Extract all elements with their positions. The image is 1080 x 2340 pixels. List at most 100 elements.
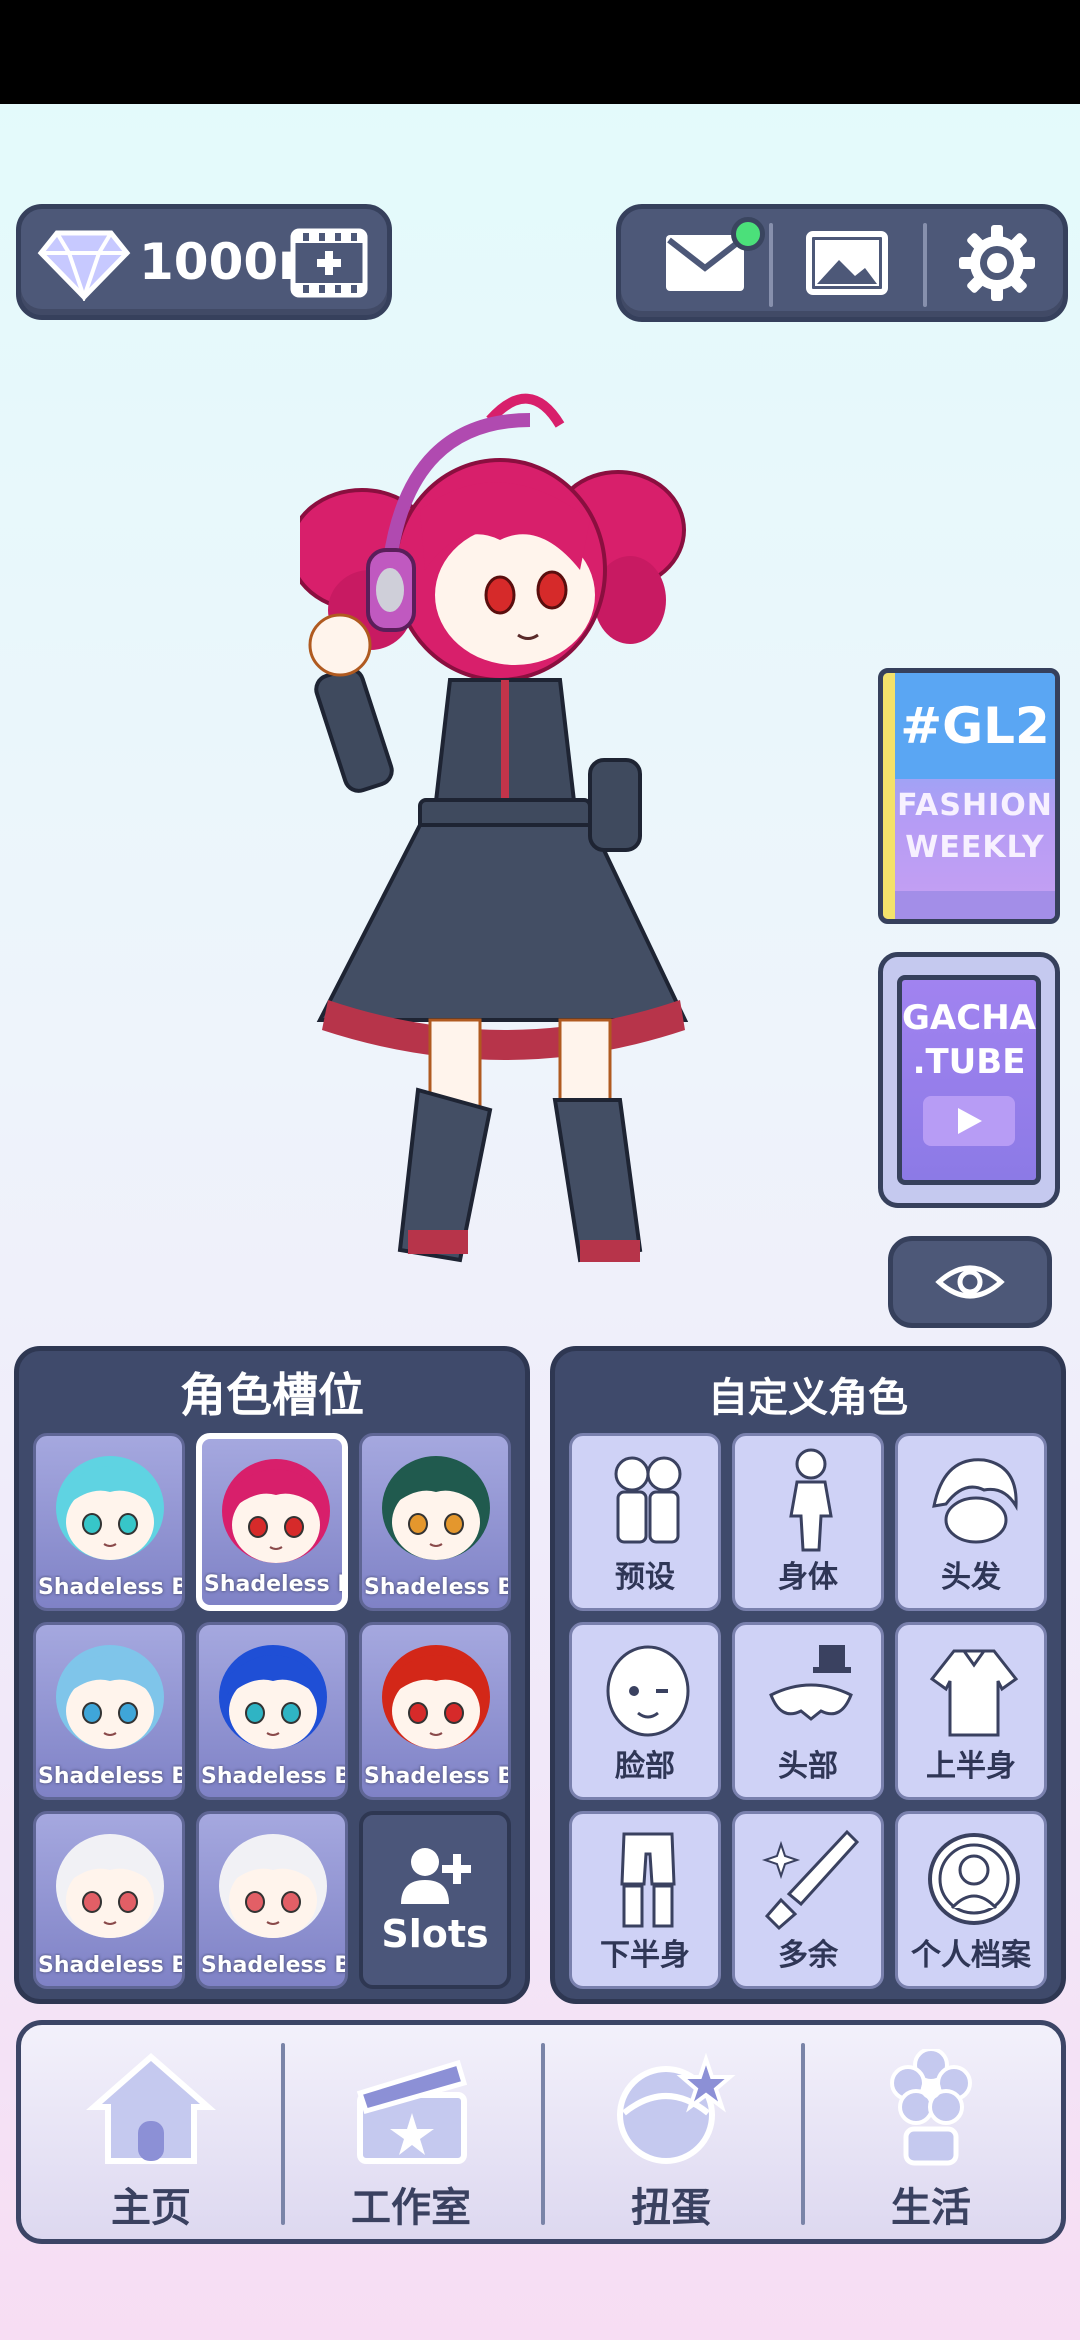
character-slot[interactable]: Shadeless Base (33, 1622, 185, 1800)
customize-label: 头发 (941, 1560, 1001, 1595)
slot-label: Shadeless Base (201, 1953, 345, 1978)
add-slots-button[interactable]: Slots (359, 1811, 511, 1989)
nav-label: 主页 (111, 2185, 191, 2231)
character-avatar (219, 1834, 327, 1938)
customize-head-button[interactable]: 头部 (732, 1622, 884, 1800)
gacha-icon (606, 2049, 736, 2169)
toggle-ui-visibility-button[interactable] (888, 1236, 1052, 1328)
tube-screen: GACHA .TUBE (897, 975, 1041, 1185)
head-icon (761, 1635, 861, 1745)
character-slot[interactable]: Shadeless Base (196, 1622, 348, 1800)
tube-label-line2: .TUBE (912, 1042, 1026, 1082)
character-avatar (219, 1645, 327, 1749)
currency-display: 1000m (16, 204, 392, 320)
mail-button[interactable] (635, 217, 775, 307)
gacha-tube-card[interactable]: GACHA .TUBE (878, 952, 1060, 1208)
customize-upper-body-button[interactable]: 上半身 (895, 1622, 1047, 1800)
gl2-header: #GL2 (895, 673, 1055, 779)
profile-icon (924, 1824, 1024, 1934)
character-slot[interactable]: Shadeless Base (359, 1622, 511, 1800)
customize-label: 预设 (615, 1560, 675, 1595)
character-avatar (56, 1645, 164, 1749)
slot-label: Shadeless Base (204, 1572, 342, 1597)
customize-label: 头部 (778, 1749, 838, 1784)
customize-label: 下半身 (600, 1938, 690, 1973)
nav-gacha[interactable]: 扭蛋 (541, 2025, 801, 2239)
gl2-subtitle-line2: WEEKLY (905, 830, 1045, 865)
nav-label: 工作室 (351, 2185, 471, 2231)
slot-label: Shadeless Base (364, 1764, 508, 1789)
life-icon (866, 2047, 996, 2169)
gl2-subtitle: FASHION WEEKLY (895, 785, 1055, 869)
customize-body-button[interactable]: 身体 (732, 1433, 884, 1611)
nav-home[interactable]: 主页 (21, 2025, 281, 2239)
customize-presets-button[interactable]: 预设 (569, 1433, 721, 1611)
tube-label: GACHA .TUBE (902, 996, 1036, 1084)
customize-label: 多余 (778, 1938, 838, 1973)
character-avatar (56, 1834, 164, 1938)
slot-label: Shadeless Base (364, 1575, 508, 1600)
customize-lower-body-button[interactable]: 下半身 (569, 1811, 721, 1989)
image-icon (806, 231, 888, 295)
fashion-weekly-card[interactable]: #GL2 FASHION WEEKLY (878, 668, 1060, 924)
add-user-icon (401, 1848, 471, 1904)
add-slots-label: Slots (381, 1912, 489, 1956)
gl2-subtitle-line1: FASHION (897, 788, 1053, 823)
character-avatar (382, 1456, 490, 1560)
tube-label-line1: GACHA (902, 998, 1036, 1038)
play-icon (923, 1096, 1015, 1146)
customize-grid: 预设 身体 头发脸部 头部 上半身下半身 多余 个人档案 (569, 1433, 1047, 1993)
bottom-navigation: 主页 工作室 扭蛋 生活 (16, 2020, 1066, 2244)
studio-icon (346, 2049, 476, 2169)
diamond-icon (37, 230, 131, 301)
notification-dot (731, 217, 765, 251)
top-right-toolbar (616, 204, 1068, 322)
upper-body-icon (924, 1635, 1024, 1745)
character-slot[interactable]: Shadeless Base (196, 1811, 348, 1989)
customize-character-panel: 自定义角色 预设 身体 头发脸部 头部 上半身下半身 多余 个人档案 (550, 1346, 1066, 2004)
customize-extra-button[interactable]: 多余 (732, 1811, 884, 1989)
card-footer (895, 891, 1055, 919)
slot-label: Shadeless Base (38, 1575, 182, 1600)
panel-title: 自定义角色 (708, 1375, 908, 1421)
status-bar (0, 0, 1080, 104)
nav-studio[interactable]: 工作室 (281, 2025, 541, 2239)
customize-label: 身体 (778, 1560, 838, 1595)
slot-label: Shadeless Base (38, 1764, 182, 1789)
presets-icon (598, 1446, 698, 1556)
gallery-button[interactable] (777, 219, 917, 307)
nav-label: 扭蛋 (631, 2185, 711, 2231)
character-slot[interactable]: Shadeless Base (359, 1433, 511, 1611)
add-currency-video-icon[interactable] (289, 227, 369, 299)
nav-life[interactable]: 生活 (801, 2025, 1061, 2239)
panel-title: 角色槽位 (180, 1368, 364, 1422)
hair-icon (924, 1446, 1024, 1556)
customize-profile-button[interactable]: 个人档案 (895, 1811, 1047, 1989)
character-preview[interactable] (300, 380, 740, 1320)
customize-label: 脸部 (615, 1749, 675, 1784)
character-avatar (382, 1645, 490, 1749)
character-slot[interactable]: Shadeless Base (33, 1811, 185, 1989)
character-slot[interactable]: Shadeless Base (33, 1433, 185, 1611)
character-slots-panel: 角色槽位 Shadeless BaseShadeless BaseShadele… (14, 1346, 530, 2004)
lower-body-icon (598, 1824, 698, 1934)
settings-button[interactable] (927, 219, 1067, 307)
slot-label: Shadeless Base (201, 1764, 345, 1789)
body-icon (761, 1446, 861, 1556)
face-icon (598, 1635, 698, 1745)
character-avatar (222, 1459, 330, 1563)
customize-hair-button[interactable]: 头发 (895, 1433, 1047, 1611)
toolbar-divider (769, 223, 773, 307)
eye-icon (935, 1265, 1005, 1299)
nav-label: 生活 (891, 2185, 971, 2231)
card-spine (883, 673, 895, 919)
slot-label: Shadeless Base (38, 1953, 182, 1978)
customize-label: 上半身 (926, 1749, 1016, 1784)
customize-face-button[interactable]: 脸部 (569, 1622, 721, 1800)
home-icon (86, 2049, 216, 2169)
character-avatar (56, 1456, 164, 1560)
character-slot[interactable]: Shadeless Base (196, 1433, 348, 1611)
gl2-title: #GL2 (900, 697, 1050, 755)
extra-icon (761, 1824, 861, 1934)
slot-grid: Shadeless Base Shadeless Base Shadeless Ba… (33, 1433, 511, 1993)
